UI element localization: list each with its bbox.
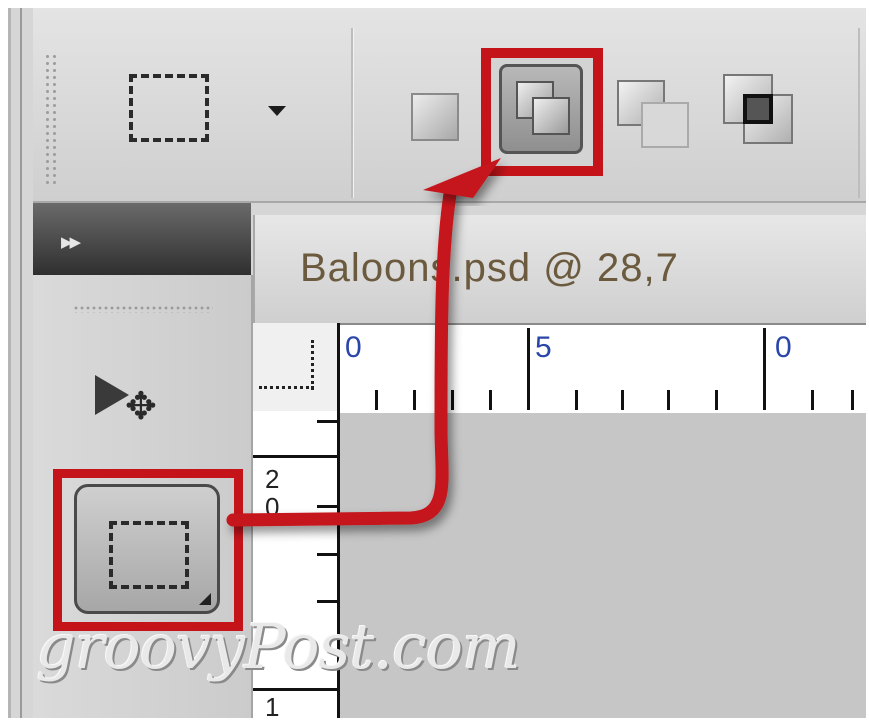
watermark: groovyPost.com [36, 610, 521, 683]
window-edge [20, 8, 22, 718]
photoshop-window: ▶▶ ✥ Baloons.psd @ 28,7 0 5 0 2 0 1 groo… [8, 8, 866, 718]
